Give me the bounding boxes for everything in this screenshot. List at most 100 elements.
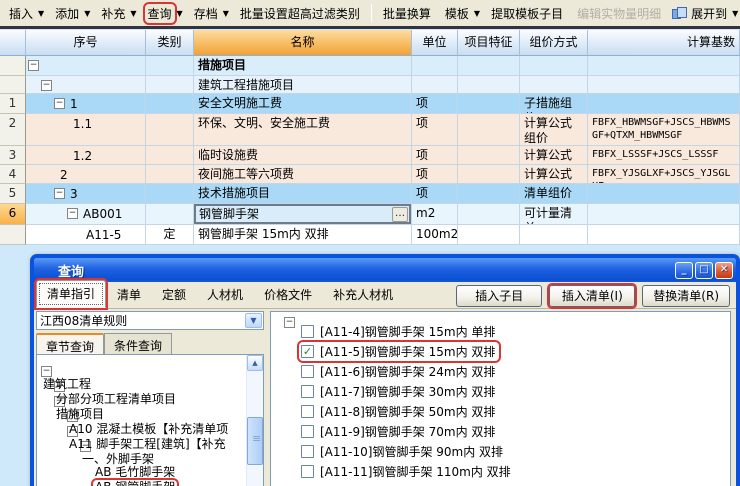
button-替换清单(R)[interactable]: 替换清单(R) <box>642 285 730 307</box>
pricing-cell[interactable]: 清单组价 <box>520 184 588 204</box>
list-item[interactable]: [A11-9]钢管脚手架 70m内 双排 <box>299 421 499 441</box>
unit-cell[interactable] <box>412 56 458 76</box>
serial-cell[interactable]: A11-5 <box>26 225 146 245</box>
tree-node[interactable]: − 建筑工程 <box>41 360 93 391</box>
checkbox-unchecked[interactable] <box>301 444 314 458</box>
category-cell[interactable] <box>146 165 194 184</box>
serial-cell[interactable]: 2 <box>26 165 146 184</box>
pricing-cell[interactable] <box>520 56 588 76</box>
serial-cell[interactable]: − AB001 <box>26 204 146 225</box>
pricing-cell[interactable]: 计算公式组价 <box>520 165 588 184</box>
toolbar-item-查询[interactable]: 查询 ▼ <box>142 2 186 25</box>
row-number-cell[interactable] <box>0 225 26 245</box>
pricing-cell[interactable]: 子措施组价 <box>520 94 588 114</box>
scroll-up-icon[interactable]: ▲ <box>247 355 263 371</box>
unit-cell[interactable]: 项 <box>412 94 458 114</box>
row-number-cell[interactable] <box>0 56 26 76</box>
serial-cell[interactable]: −3 <box>26 184 146 204</box>
toolbar-item-批量设置超高过滤类别[interactable]: 批量设置超高过滤类别 <box>234 2 366 25</box>
row-number-cell[interactable]: 1 <box>0 94 26 114</box>
category-cell[interactable] <box>146 114 194 146</box>
serial-cell[interactable]: − <box>26 56 146 76</box>
table-row[interactable]: − 建筑工程措施项目 <box>0 76 740 94</box>
pricing-cell[interactable]: 计算公式组价 <box>520 114 588 146</box>
basis-cell[interactable] <box>588 76 740 94</box>
chevron-down-icon[interactable]: ▼ <box>245 313 262 328</box>
name-cell[interactable]: 环保、文明、安全施工费 <box>194 114 412 146</box>
pricing-cell[interactable]: 可计量清单 <box>520 204 588 225</box>
unit-cell[interactable]: 项 <box>412 165 458 184</box>
name-cell[interactable]: 临时设施费 <box>194 146 412 165</box>
table-row[interactable]: − 措施项目 <box>0 56 740 76</box>
basis-cell[interactable]: FBFX_HBWMSGF+JSCS_HBWMSGF+QTXM_HBWMSGF <box>588 114 740 146</box>
pricing-cell[interactable] <box>520 225 588 245</box>
list-item[interactable]: ✓ [A11-5]钢管脚手架 15m内 双排 <box>299 341 499 361</box>
basis-cell[interactable] <box>588 225 740 245</box>
serial-cell[interactable]: − <box>26 76 146 94</box>
ellipsis-button[interactable]: … <box>392 206 408 222</box>
tree-scrollbar[interactable]: ▲ <box>246 355 263 486</box>
table-row[interactable]: 5−3 技术措施项目项清单组价 <box>0 184 740 204</box>
row-number-cell[interactable]: 2 <box>0 114 26 146</box>
list-item[interactable]: [A11-7]钢管脚手架 30m内 双排 <box>299 381 499 401</box>
row-number-cell[interactable]: 6 <box>0 204 26 225</box>
feature-cell[interactable] <box>458 165 520 184</box>
basis-cell[interactable] <box>588 184 740 204</box>
table-row[interactable]: 3 1.2 临时设施费项 计算公式组价 FBFX_LSSSF+JSCS_LSSSF <box>0 146 740 165</box>
pricing-cell[interactable]: 计算公式组价 <box>520 146 588 165</box>
tree-expander-icon[interactable]: − <box>67 208 78 219</box>
list-item[interactable]: [A11-4]钢管脚手架 15m内 单排 <box>299 321 499 341</box>
pricing-cell[interactable] <box>520 76 588 94</box>
name-cell[interactable]: 技术措施项目 <box>194 184 412 204</box>
list-root-expander[interactable]: − <box>284 317 295 328</box>
list-item[interactable]: [A11-8]钢管脚手架 50m内 双排 <box>299 401 499 421</box>
feature-cell[interactable] <box>458 76 520 94</box>
list-item[interactable]: [A11-6]钢管脚手架 24m内 双排 <box>299 361 499 381</box>
unit-cell[interactable]: m2 <box>412 204 458 225</box>
unit-cell[interactable]: 100m2 <box>412 225 458 245</box>
row-number-cell[interactable]: 5 <box>0 184 26 204</box>
unit-cell[interactable] <box>412 76 458 94</box>
scrollbar-thumb[interactable] <box>247 417 263 465</box>
list-item[interactable]: [A11-11]钢管脚手架 110m内 双排 <box>299 461 515 481</box>
category-cell[interactable] <box>146 94 194 114</box>
name-cell[interactable]: 钢管脚手架 15m内 双排 <box>194 225 412 245</box>
basis-cell[interactable]: FBFX_YJSGLXF+JSCS_YJSGLXF <box>588 165 740 184</box>
list-item[interactable]: [A11-10]钢管脚手架 90m内 双排 <box>299 441 507 461</box>
button-插入清单(I)[interactable]: 插入清单(I) <box>549 285 636 307</box>
name-cell-editor[interactable]: 钢管脚手架… <box>194 204 411 224</box>
table-row[interactable]: 4 2 夜间施工等六项费项 计算公式组价 FBFX_YJSGLXF+JSCS_YJSGL… <box>0 165 740 184</box>
dialog-titlebar[interactable]: 查询 _ □ ✕ <box>34 258 736 282</box>
tab-补充人材机[interactable]: 补充人材机 <box>323 282 403 308</box>
feature-cell[interactable] <box>458 114 520 146</box>
feature-cell[interactable] <box>458 94 520 114</box>
maximize-icon[interactable]: □ <box>695 261 713 279</box>
checkbox-unchecked[interactable] <box>301 464 314 478</box>
category-cell[interactable] <box>146 184 194 204</box>
tab-价格文件[interactable]: 价格文件 <box>254 282 322 308</box>
tab-清单指引[interactable]: 清单指引 <box>36 280 107 308</box>
tree-expander-icon[interactable]: − <box>28 60 39 71</box>
toolbar-item-提取模板子目[interactable]: 提取模板子目 <box>485 2 569 25</box>
toolbar-item-插入[interactable]: 插入 ▼ <box>3 2 47 25</box>
basis-cell[interactable] <box>588 94 740 114</box>
checkbox-checked[interactable]: ✓ <box>301 344 314 358</box>
row-number-cell[interactable]: 3 <box>0 146 26 165</box>
category-cell[interactable] <box>146 146 194 165</box>
feature-cell[interactable] <box>458 204 520 225</box>
basis-cell[interactable] <box>588 204 740 225</box>
tree-expander-icon[interactable]: − <box>41 80 52 91</box>
toolbar-item-展开到[interactable]: 展开到 ▼ <box>669 2 740 25</box>
toolbar-item-存档[interactable]: 存档 ▼ <box>188 2 232 25</box>
category-cell[interactable] <box>146 76 194 94</box>
checkbox-unchecked[interactable] <box>301 424 314 438</box>
name-cell[interactable]: 安全文明施工费 <box>194 94 412 114</box>
tree-expander-icon[interactable]: − <box>41 366 52 377</box>
row-number-cell[interactable]: 4 <box>0 165 26 184</box>
serial-cell[interactable]: −1 <box>26 94 146 114</box>
toolbar-item-补充[interactable]: 补充 ▼ <box>95 2 139 25</box>
name-cell[interactable]: 建筑工程措施项目 <box>194 76 412 94</box>
basis-cell[interactable] <box>588 56 740 76</box>
tab-人材机[interactable]: 人材机 <box>197 282 253 308</box>
checkbox-unchecked[interactable] <box>301 324 314 338</box>
